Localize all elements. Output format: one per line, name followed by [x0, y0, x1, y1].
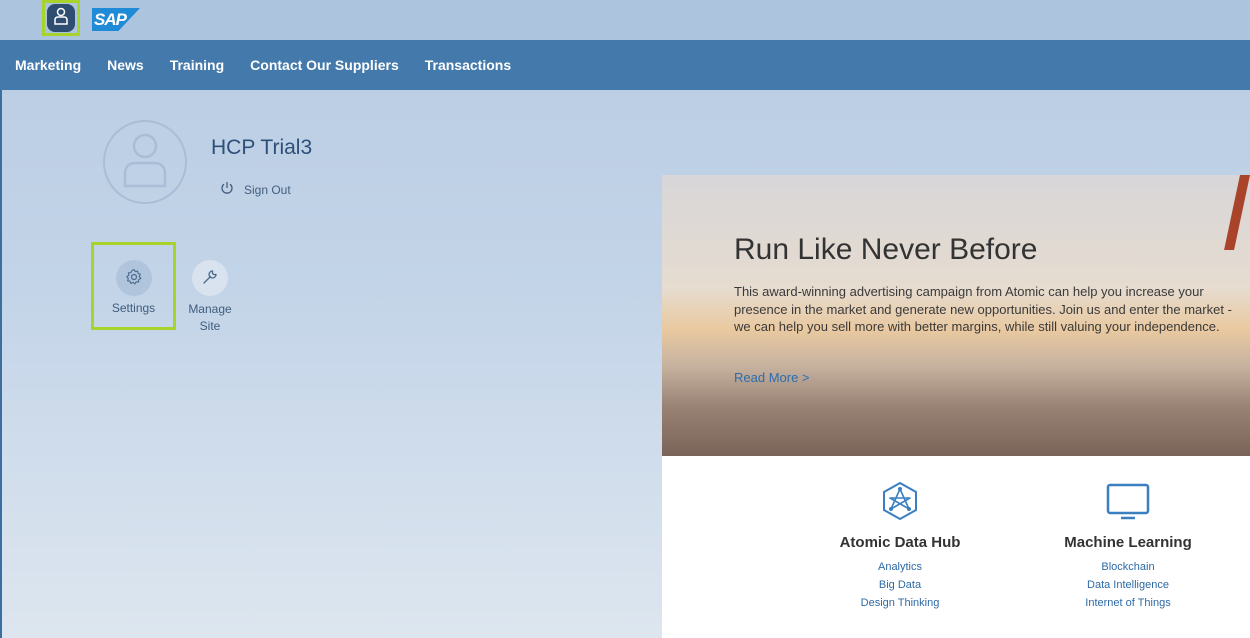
- main-nav: Marketing News Training Contact Our Supp…: [0, 40, 1250, 90]
- read-more-link[interactable]: Read More >: [734, 370, 810, 385]
- user-menu-button[interactable]: [42, 0, 80, 36]
- hero-banner: Run Like Never Before This award-winning…: [662, 175, 1250, 456]
- feature-link-big-data[interactable]: Big Data: [800, 579, 1000, 591]
- user-name: HCP Trial3: [211, 136, 313, 159]
- top-bar: SAP: [0, 0, 1250, 40]
- nav-item-marketing[interactable]: Marketing: [15, 57, 81, 73]
- hero-body: This award-winning advertising campaign …: [734, 284, 1232, 334]
- feature-title: Machine Learning: [1064, 534, 1192, 551]
- hero-decoration: [1224, 175, 1250, 250]
- nav-item-transactions[interactable]: Transactions: [425, 57, 511, 73]
- left-edge-border: [0, 0, 2, 638]
- feature-title: Atomic Data Hub: [839, 534, 961, 551]
- feature-link-internet-of-things[interactable]: Internet of Things: [1028, 597, 1228, 609]
- settings-tile[interactable]: Settings: [91, 242, 176, 330]
- feature-machine-learning: Machine Learning Blockchain Data Intelli…: [1028, 483, 1228, 615]
- nav-item-training[interactable]: Training: [170, 57, 224, 73]
- user-placeholder-icon: [120, 132, 170, 193]
- sign-out-link[interactable]: Sign Out: [220, 181, 291, 198]
- user-icon: [53, 7, 69, 30]
- nav-item-contact-suppliers[interactable]: Contact Our Suppliers: [250, 57, 399, 73]
- atom-network-icon: [881, 481, 919, 526]
- power-icon: [220, 181, 234, 198]
- sign-out-label: Sign Out: [244, 182, 291, 197]
- manage-site-label: Manage Site: [188, 302, 232, 333]
- feature-link-design-thinking[interactable]: Design Thinking: [800, 597, 1000, 609]
- monitor-icon: [1106, 483, 1150, 526]
- settings-tile-circle: [115, 260, 152, 296]
- manage-site-tile-circle: [192, 260, 228, 296]
- feature-link-blockchain[interactable]: Blockchain: [1028, 561, 1228, 573]
- gear-icon: [125, 268, 143, 289]
- wrench-icon: [201, 268, 219, 289]
- nav-item-news[interactable]: News: [107, 57, 144, 73]
- hero-title: Run Like Never Before: [734, 233, 1038, 266]
- avatar: [103, 120, 187, 204]
- settings-label: Settings: [111, 301, 156, 315]
- manage-site-tile[interactable]: Manage Site: [180, 260, 240, 335]
- sap-logo[interactable]: SAP: [92, 8, 140, 31]
- feature-link-data-intelligence[interactable]: Data Intelligence: [1028, 579, 1228, 591]
- feature-atomic-data-hub: Atomic Data Hub Analytics Big Data Desig…: [800, 481, 1000, 615]
- feature-link-analytics[interactable]: Analytics: [800, 561, 1000, 573]
- features-section: Atomic Data Hub Analytics Big Data Desig…: [662, 456, 1250, 638]
